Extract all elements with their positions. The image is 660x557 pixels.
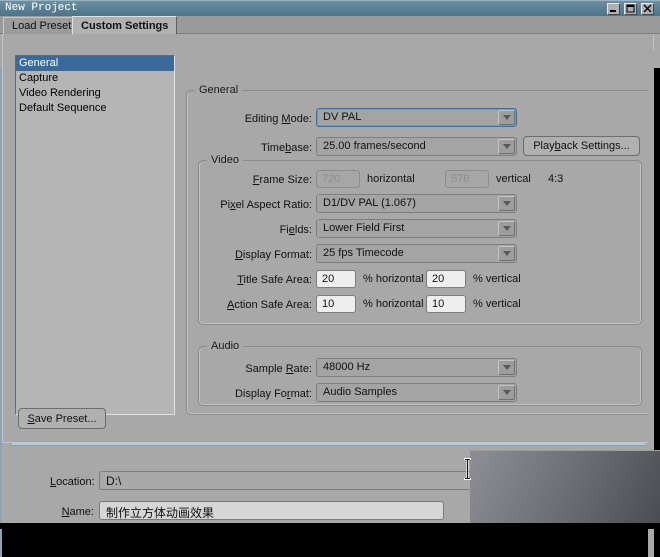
frame-size-horizontal-unit: horizontal <box>367 173 415 185</box>
chevron-down-icon[interactable] <box>498 196 515 211</box>
action-safe-horizontal-unit: % horizontal <box>363 298 424 310</box>
frame-size-vertical-field: 576 <box>445 170 489 188</box>
tab-custom-settings[interactable]: Custom Settings <box>72 16 178 34</box>
tab-load-preset[interactable]: Load Preset <box>3 17 81 34</box>
action-safe-vertical-unit: % vertical <box>473 298 521 310</box>
maximize-button[interactable] <box>624 3 637 15</box>
action-safe-horizontal-value: 10 <box>322 298 335 310</box>
action-safe-horizontal-field[interactable]: 10 <box>316 295 356 313</box>
editing-mode-combo[interactable]: DV PAL <box>316 108 517 127</box>
chevron-down-icon[interactable] <box>498 110 515 125</box>
action-safe-vertical-value: 10 <box>432 298 445 310</box>
frame-size-vertical-value: 576 <box>451 173 470 185</box>
fields-label: Fields: <box>279 224 312 236</box>
audio-display-format-combo[interactable]: Audio Samples <box>316 383 517 402</box>
chevron-down-icon[interactable] <box>498 360 515 375</box>
name-value: 制作立方体动画效果 <box>106 506 215 520</box>
frame-size-vertical-unit: vertical <box>496 173 531 185</box>
window-title: New Project <box>5 2 78 14</box>
location-label: Location: <box>50 476 95 488</box>
audio-group-label: Audio <box>207 340 244 352</box>
name-field[interactable]: 制作立方体动画效果 <box>99 501 444 520</box>
close-button[interactable] <box>641 3 654 15</box>
pixel-aspect-ratio-value: D1/DV PAL (1.067) <box>323 197 416 209</box>
tab-strip: Load Preset Custom Settings <box>0 16 660 34</box>
sidebar-item-general[interactable]: General <box>16 56 174 71</box>
title-safe-area-label: Title Safe Area: <box>237 274 312 286</box>
title-safe-horizontal-value: 20 <box>322 273 335 285</box>
chevron-down-icon[interactable] <box>498 139 515 154</box>
editing-mode-value: DV PAL <box>323 111 362 123</box>
name-label: Name: <box>61 506 94 518</box>
chevron-down-icon[interactable] <box>498 221 515 236</box>
editing-mode-label: Editing Mode: <box>244 113 312 125</box>
timebase-combo[interactable]: 25.00 frames/second <box>316 137 517 156</box>
action-safe-area-label: Action Safe Area: <box>226 299 312 311</box>
frame-size-horizontal-value: 720 <box>322 173 341 185</box>
video-display-format-combo[interactable]: 25 fps Timecode <box>316 244 517 263</box>
general-group-label: General <box>195 84 243 96</box>
pixel-aspect-ratio-label: Pixel Aspect Ratio: <box>220 199 312 211</box>
title-safe-horizontal-field[interactable]: 20 <box>316 270 356 288</box>
frame-size-horizontal-field: 720 <box>316 170 360 188</box>
video-group-label: Video <box>207 154 243 166</box>
chevron-down-icon[interactable] <box>498 246 515 261</box>
bottom-frame-edge <box>0 523 660 529</box>
title-bar[interactable]: New Project <box>0 0 660 16</box>
title-safe-horizontal-unit: % horizontal <box>363 273 424 285</box>
playback-settings-button[interactable]: Play b ack Settings... <box>523 136 640 156</box>
sample-rate-value: 48000 Hz <box>323 361 371 373</box>
capture-overlay <box>470 451 660 529</box>
minimize-button[interactable] <box>607 3 620 15</box>
close-icon <box>643 4 652 13</box>
frame-size-label: Frame Size: <box>252 174 312 186</box>
video-display-format-label: Display Format: <box>234 249 312 261</box>
sample-rate-label: Sample Rate: <box>245 363 312 375</box>
timebase-label: Timebase: <box>261 142 312 154</box>
title-safe-vertical-value: 20 <box>432 273 445 285</box>
fields-value: Lower Field First <box>323 222 405 234</box>
audio-display-format-value: Audio Samples <box>323 386 397 398</box>
chevron-down-icon[interactable] <box>498 385 515 400</box>
title-safe-vertical-unit: % vertical <box>473 273 521 285</box>
frame-size-aspect-value: 4:3 <box>548 173 564 185</box>
settings-panel: General Capture Video Rendering Default … <box>2 34 654 443</box>
location-value: D:\ <box>106 474 122 488</box>
maximize-icon <box>626 4 635 13</box>
sidebar-item-video-rendering[interactable]: Video Rendering <box>16 86 174 101</box>
pixel-aspect-ratio-combo[interactable]: D1/DV PAL (1.067) <box>316 194 517 213</box>
action-safe-vertical-field[interactable]: 10 <box>426 295 466 313</box>
text-cursor-icon <box>464 458 471 480</box>
sample-rate-combo[interactable]: 48000 Hz <box>316 358 517 377</box>
video-display-format-value: 25 fps Timecode <box>323 247 404 259</box>
minimize-icon <box>610 10 616 12</box>
settings-category-list[interactable]: General Capture Video Rendering Default … <box>15 55 175 415</box>
new-project-dialog: New Project Load Preset Custom Settings <box>0 0 660 557</box>
audio-display-format-label: Display Format: <box>234 388 312 400</box>
sidebar-item-capture[interactable]: Capture <box>16 71 174 86</box>
save-preset-button[interactable]: Save Preset... <box>18 408 106 429</box>
timebase-value: 25.00 frames/second <box>323 140 426 152</box>
sidebar-item-default-sequence[interactable]: Default Sequence <box>16 101 174 116</box>
title-safe-vertical-field[interactable]: 20 <box>426 270 466 288</box>
fields-combo[interactable]: Lower Field First <box>316 219 517 238</box>
